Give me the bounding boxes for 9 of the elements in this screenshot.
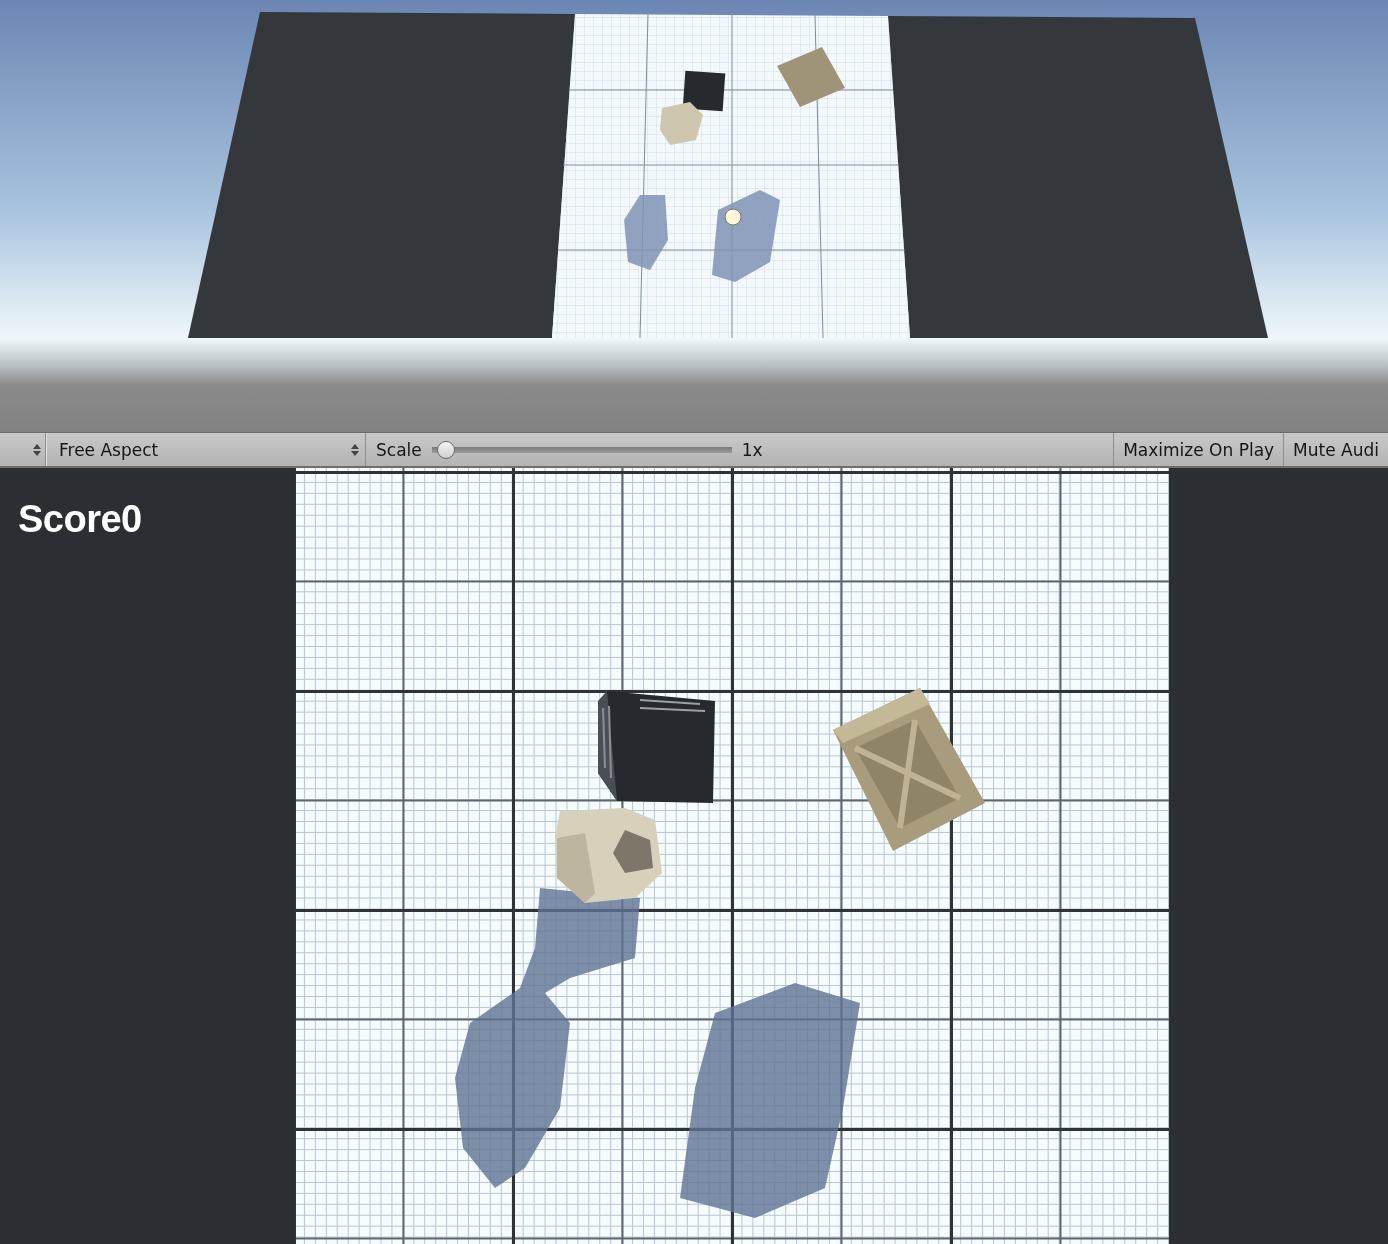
toggle-button[interactable]: Mute Audi [1283,433,1388,466]
scale-reading: 1x [741,439,763,460]
score-text: Score0 [18,498,142,541]
slider-thumb[interactable] [437,440,456,459]
scale-label: Scale [376,439,422,460]
stepper-icon [33,443,41,456]
toggle-button[interactable]: Maximize On Play [1113,433,1284,466]
stepper-icon [351,443,359,456]
aspect-dropdown[interactable]: Free Aspect [46,433,366,466]
